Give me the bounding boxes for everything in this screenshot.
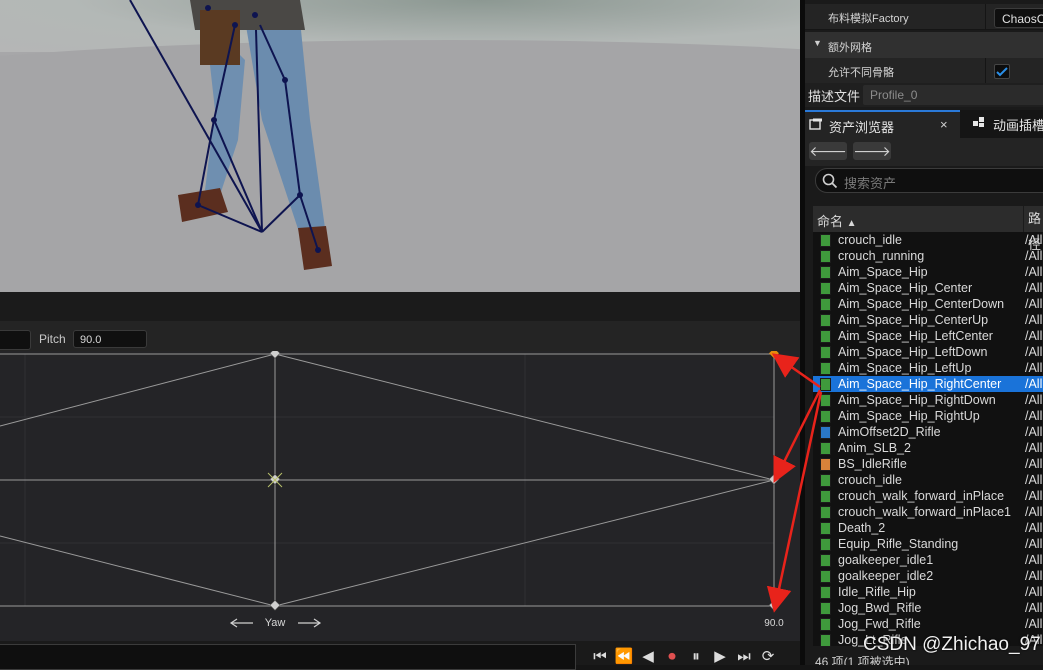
watermark: CSDN @Zhichao_97 — [863, 634, 1041, 655]
annotation-arrows — [766, 353, 823, 613]
